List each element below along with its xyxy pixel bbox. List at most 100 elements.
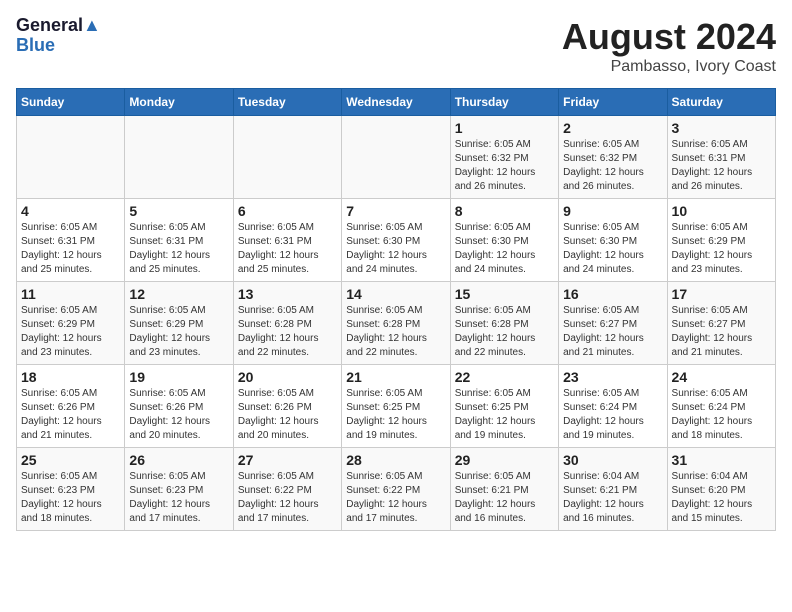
day-number: 25	[21, 452, 120, 468]
day-number: 14	[346, 286, 445, 302]
day-number: 23	[563, 369, 662, 385]
calendar-cell: 22Sunrise: 6:05 AM Sunset: 6:25 PM Dayli…	[450, 365, 558, 448]
calendar-cell: 25 Sunrise: 6:05 AM Sunset: 6:23 PM Dayli…	[17, 448, 125, 531]
logo-text-blue: Blue	[16, 36, 101, 56]
day-number: 8	[455, 203, 554, 219]
cell-info: Sunrise: 6:05 AM Sunset: 6:29 PM Dayligh…	[129, 304, 228, 360]
calendar-cell: 2 Sunrise: 6:05 AM Sunset: 6:32 PM Daylig…	[559, 116, 667, 199]
cell-info: Sunrise: 6:05 AM Sunset: 6:31 PM Dayligh…	[238, 221, 337, 277]
calendar-cell: 28 Sunrise: 6:05 AM Sunset: 6:22 PM Dayli…	[342, 448, 450, 531]
cell-info: Sunrise: 6:05 AM Sunset: 6:21 PM Dayligh…	[455, 470, 554, 526]
day-number: 11	[21, 286, 120, 302]
calendar-cell: 18 Sunrise: 6:05 AM Sunset: 6:26 PM Dayli…	[17, 365, 125, 448]
cell-info: Sunrise: 6:05 AM Sunset: 6:29 PM Dayligh…	[21, 304, 120, 360]
day-number: 10	[672, 203, 771, 219]
calendar-cell: 29 Sunrise: 6:05 AM Sunset: 6:21 PM Dayli…	[450, 448, 558, 531]
cell-info: Sunrise: 6:04 AM Sunset: 6:20 PM Dayligh…	[672, 470, 771, 526]
calendar-table: SundayMondayTuesdayWednesdayThursdayFrid…	[16, 88, 776, 531]
calendar-cell: 26 Sunrise: 6:05 AM Sunset: 6:23 PM Dayli…	[125, 448, 233, 531]
day-number: 6	[238, 203, 337, 219]
cell-info: Sunrise: 6:05 AM Sunset: 6:27 PM Dayligh…	[563, 304, 662, 360]
calendar-cell	[17, 116, 125, 199]
calendar-cell: 7 Sunrise: 6:05 AM Sunset: 6:30 PM Daylig…	[342, 199, 450, 282]
cell-info: Sunrise: 6:04 AM Sunset: 6:21 PM Dayligh…	[563, 470, 662, 526]
cell-info: Sunrise: 6:05 AM Sunset: 6:30 PM Dayligh…	[346, 221, 445, 277]
day-number: 28	[346, 452, 445, 468]
location-subtitle: Pambasso, Ivory Coast	[562, 58, 776, 76]
cell-info: Sunrise: 6:05 AM Sunset: 6:32 PM Dayligh…	[563, 138, 662, 194]
calendar-cell	[233, 116, 341, 199]
calendar-cell: 14Sunrise: 6:05 AM Sunset: 6:28 PM Dayli…	[342, 282, 450, 365]
cell-info: Sunrise: 6:05 AM Sunset: 6:26 PM Dayligh…	[21, 387, 120, 443]
day-number: 24	[672, 369, 771, 385]
cell-info: Sunrise: 6:05 AM Sunset: 6:27 PM Dayligh…	[672, 304, 771, 360]
logo-text-general: General▲	[16, 16, 101, 36]
calendar-cell: 24 Sunrise: 6:05 AM Sunset: 6:24 PM Dayli…	[667, 365, 775, 448]
calendar-cell: 20 Sunrise: 6:05 AM Sunset: 6:26 PM Dayli…	[233, 365, 341, 448]
calendar-cell: 8 Sunrise: 6:05 AM Sunset: 6:30 PM Daylig…	[450, 199, 558, 282]
cell-info: Sunrise: 6:05 AM Sunset: 6:31 PM Dayligh…	[129, 221, 228, 277]
calendar-cell: 31 Sunrise: 6:04 AM Sunset: 6:20 PM Dayli…	[667, 448, 775, 531]
cell-info: Sunrise: 6:05 AM Sunset: 6:23 PM Dayligh…	[21, 470, 120, 526]
cell-info: Sunrise: 6:05 AM Sunset: 6:22 PM Dayligh…	[238, 470, 337, 526]
cell-info: Sunrise: 6:05 AM Sunset: 6:30 PM Dayligh…	[563, 221, 662, 277]
day-number: 2	[563, 120, 662, 136]
calendar-cell	[342, 116, 450, 199]
day-number: 3	[672, 120, 771, 136]
day-number: 5	[129, 203, 228, 219]
calendar-cell: 4Sunrise: 6:05 AM Sunset: 6:31 PM Daylig…	[17, 199, 125, 282]
logo: General▲ Blue	[16, 16, 101, 56]
day-number: 30	[563, 452, 662, 468]
day-number: 15	[455, 286, 554, 302]
day-number: 17	[672, 286, 771, 302]
day-number: 4	[21, 203, 120, 219]
calendar-cell: 12Sunrise: 6:05 AM Sunset: 6:29 PM Dayli…	[125, 282, 233, 365]
calendar-week-5: 25 Sunrise: 6:05 AM Sunset: 6:23 PM Dayli…	[17, 448, 776, 531]
day-header-monday: Monday	[125, 89, 233, 116]
day-number: 31	[672, 452, 771, 468]
cell-info: Sunrise: 6:05 AM Sunset: 6:23 PM Dayligh…	[129, 470, 228, 526]
day-header-sunday: Sunday	[17, 89, 125, 116]
calendar-cell: 3Sunrise: 6:05 AM Sunset: 6:31 PM Daylig…	[667, 116, 775, 199]
day-number: 21	[346, 369, 445, 385]
calendar-cell: 30 Sunrise: 6:04 AM Sunset: 6:21 PM Dayli…	[559, 448, 667, 531]
calendar-week-3: 11 Sunrise: 6:05 AM Sunset: 6:29 PM Dayli…	[17, 282, 776, 365]
cell-info: Sunrise: 6:05 AM Sunset: 6:30 PM Dayligh…	[455, 221, 554, 277]
calendar-cell: 19Sunrise: 6:05 AM Sunset: 6:26 PM Dayli…	[125, 365, 233, 448]
day-number: 1	[455, 120, 554, 136]
day-number: 20	[238, 369, 337, 385]
calendar-week-2: 4 Sunrise: 6:05 AM Sunset: 6:31 PM Daylig…	[17, 199, 776, 282]
title-block: August 2024 Pambasso, Ivory Coast	[562, 16, 776, 76]
calendar-cell: 13 Sunrise: 6:05 AM Sunset: 6:28 PM Dayli…	[233, 282, 341, 365]
calendar-cell: 9 Sunrise: 6:05 AM Sunset: 6:30 PM Daylig…	[559, 199, 667, 282]
cell-info: Sunrise: 6:05 AM Sunset: 6:28 PM Dayligh…	[238, 304, 337, 360]
cell-info: Sunrise: 6:05 AM Sunset: 6:26 PM Dayligh…	[238, 387, 337, 443]
day-header-saturday: Saturday	[667, 89, 775, 116]
calendar-cell: 1 Sunrise: 6:05 AM Sunset: 6:32 PM Daylig…	[450, 116, 558, 199]
day-header-friday: Friday	[559, 89, 667, 116]
cell-info: Sunrise: 6:05 AM Sunset: 6:28 PM Dayligh…	[455, 304, 554, 360]
cell-info: Sunrise: 6:05 AM Sunset: 6:32 PM Dayligh…	[455, 138, 554, 194]
cell-info: Sunrise: 6:05 AM Sunset: 6:26 PM Dayligh…	[129, 387, 228, 443]
day-number: 7	[346, 203, 445, 219]
day-number: 26	[129, 452, 228, 468]
calendar-cell: 23Sunrise: 6:05 AM Sunset: 6:24 PM Dayli…	[559, 365, 667, 448]
day-header-thursday: Thursday	[450, 89, 558, 116]
day-number: 29	[455, 452, 554, 468]
day-number: 9	[563, 203, 662, 219]
page-header: General▲ Blue August 2024 Pambasso, Ivor…	[16, 16, 776, 76]
calendar-cell: 21 Sunrise: 6:05 AM Sunset: 6:25 PM Dayli…	[342, 365, 450, 448]
cell-info: Sunrise: 6:05 AM Sunset: 6:25 PM Dayligh…	[346, 387, 445, 443]
calendar-cell: 16 Sunrise: 6:05 AM Sunset: 6:27 PM Dayli…	[559, 282, 667, 365]
day-number: 22	[455, 369, 554, 385]
day-number: 16	[563, 286, 662, 302]
day-number: 13	[238, 286, 337, 302]
day-header-tuesday: Tuesday	[233, 89, 341, 116]
calendar-cell: 6 Sunrise: 6:05 AM Sunset: 6:31 PM Daylig…	[233, 199, 341, 282]
day-number: 18	[21, 369, 120, 385]
day-header-wednesday: Wednesday	[342, 89, 450, 116]
calendar-cell: 11 Sunrise: 6:05 AM Sunset: 6:29 PM Dayli…	[17, 282, 125, 365]
cell-info: Sunrise: 6:05 AM Sunset: 6:24 PM Dayligh…	[672, 387, 771, 443]
cell-info: Sunrise: 6:05 AM Sunset: 6:22 PM Dayligh…	[346, 470, 445, 526]
day-number: 27	[238, 452, 337, 468]
